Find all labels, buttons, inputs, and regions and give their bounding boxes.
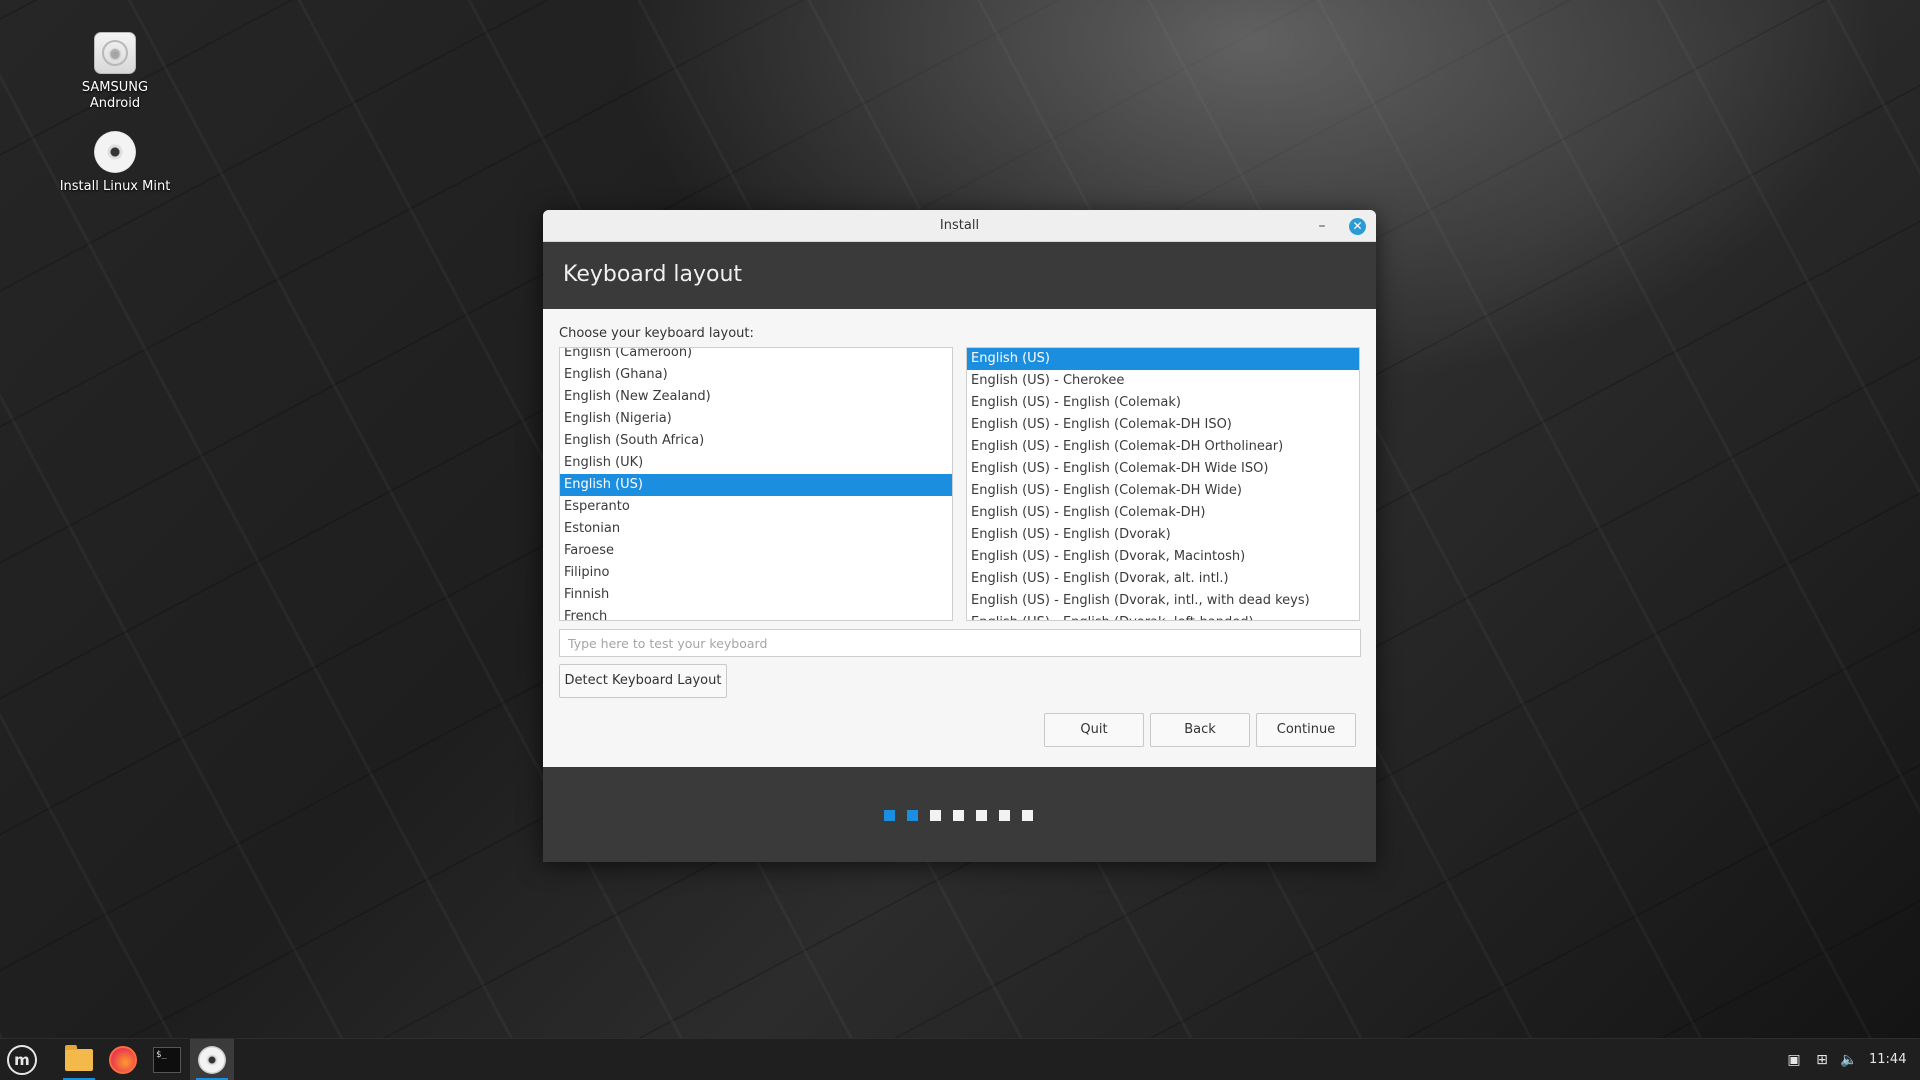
choose-layout-label: Choose your keyboard layout: [559, 326, 754, 341]
list-item[interactable]: English (Nigeria) [560, 408, 952, 430]
list-item[interactable]: English (Ghana) [560, 364, 952, 386]
list-item[interactable]: English (US) [967, 348, 1359, 370]
desktop-icon-label: Install Linux Mint [59, 179, 171, 194]
step-dot [976, 810, 987, 821]
desktop-icon-install-linux-mint[interactable]: Install Linux Mint [55, 131, 175, 195]
terminal-icon: $_ [153, 1047, 181, 1073]
step-dot [953, 810, 964, 821]
step-dot [1022, 810, 1033, 821]
close-icon[interactable]: ✕ [1349, 218, 1366, 235]
list-item[interactable]: English (US) - English (Dvorak, left-han… [967, 612, 1359, 620]
list-item[interactable]: Esperanto [560, 496, 952, 518]
list-item[interactable]: Faroese [560, 540, 952, 562]
mint-menu-icon: m [7, 1045, 37, 1075]
taskbar-files[interactable] [57, 1039, 101, 1080]
folder-icon [65, 1045, 93, 1071]
menu-button[interactable]: m [0, 1039, 44, 1080]
list-item[interactable]: English (US) - English (Colemak-DH Wide) [967, 480, 1359, 502]
firefox-icon [109, 1046, 137, 1074]
list-item[interactable]: English (US) - English (Dvorak, Macintos… [967, 546, 1359, 568]
phone-icon: ◎ [94, 32, 136, 74]
variant-list[interactable]: English (US) English (US) - Cherokee Engli… [966, 347, 1360, 621]
list-item[interactable]: English (Cameroon) [560, 348, 952, 364]
list-item[interactable]: English (New Zealand) [560, 386, 952, 408]
list-item[interactable]: English (US) [560, 474, 952, 496]
content-area: Choose your keyboard layout: English (Ca… [543, 309, 1376, 767]
disc-icon [94, 131, 136, 173]
step-dot [907, 810, 918, 821]
list-item[interactable]: English (US) - English (Colemak-DH Wide … [967, 458, 1359, 480]
taskbar-installer[interactable] [190, 1039, 234, 1080]
step-dot [884, 810, 895, 821]
step-indicator [884, 810, 1033, 821]
list-item[interactable]: Finnish [560, 584, 952, 606]
window-title: Install [939, 218, 980, 233]
volume-icon[interactable]: 🔈 [1840, 1052, 1857, 1068]
progress-footer [543, 767, 1376, 862]
window-titlebar[interactable]: Install – ✕ [543, 210, 1376, 242]
clock[interactable]: 11:44 [1869, 1039, 1906, 1080]
desktop-icon-samsung-android[interactable]: ◎ SAMSUNG Android [55, 32, 175, 112]
layout-list[interactable]: English (Cameroon) English (Ghana) English… [559, 347, 953, 621]
list-item[interactable]: English (US) - English (Colemak-DH ISO) [967, 414, 1359, 436]
keyboard-test-input[interactable] [559, 629, 1361, 657]
list-item[interactable]: English (US) - English (Colemak) [967, 392, 1359, 414]
disc-icon [198, 1046, 226, 1074]
desktop-icon-label: Android [89, 96, 141, 111]
notifications-icon[interactable]: ▣ [1786, 1052, 1802, 1068]
installer-window: Install – ✕ Keyboard layout Choose your … [543, 210, 1376, 862]
list-item[interactable]: English (US) - Cherokee [967, 370, 1359, 392]
desktop-icon-label: SAMSUNG [81, 80, 149, 95]
list-item[interactable]: English (US) - English (Dvorak) [967, 524, 1359, 546]
taskbar: m $_ ▣ ⊞ 🔈 11:44 [0, 1038, 1920, 1080]
taskbar-firefox[interactable] [101, 1039, 145, 1080]
step-dot [999, 810, 1010, 821]
continue-button[interactable]: Continue [1256, 713, 1356, 747]
detect-keyboard-layout-button[interactable]: Detect Keyboard Layout [559, 664, 727, 698]
network-icon[interactable]: ⊞ [1814, 1052, 1830, 1068]
list-item[interactable]: English (UK) [560, 452, 952, 474]
list-item[interactable]: Filipino [560, 562, 952, 584]
list-item[interactable]: English (US) - English (Dvorak, alt. int… [967, 568, 1359, 590]
list-item[interactable]: French [560, 606, 952, 620]
list-item[interactable]: English (US) - English (Colemak-DH) [967, 502, 1359, 524]
page-title: Keyboard layout [543, 242, 1376, 309]
minimize-button[interactable]: – [1312, 210, 1332, 242]
step-dot [930, 810, 941, 821]
list-item[interactable]: English (US) - English (Colemak-DH Ortho… [967, 436, 1359, 458]
taskbar-terminal[interactable]: $_ [145, 1039, 189, 1080]
list-item[interactable]: English (South Africa) [560, 430, 952, 452]
back-button[interactable]: Back [1150, 713, 1250, 747]
list-item[interactable]: English (US) - English (Dvorak, intl., w… [967, 590, 1359, 612]
list-item[interactable]: Estonian [560, 518, 952, 540]
quit-button[interactable]: Quit [1044, 713, 1144, 747]
